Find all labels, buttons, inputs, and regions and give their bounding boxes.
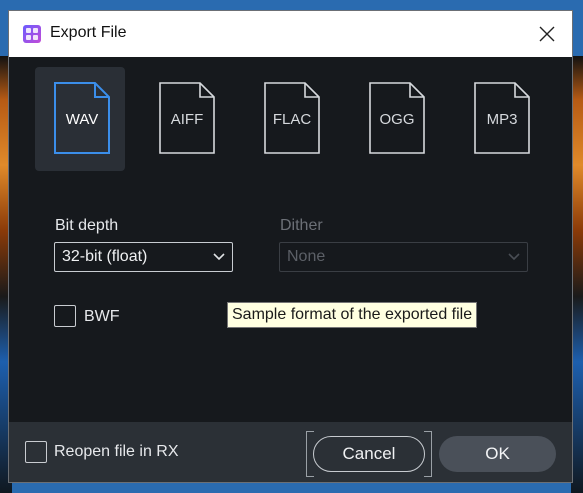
rx-app-icon bbox=[23, 25, 41, 43]
format-ogg-button[interactable]: OGG bbox=[350, 67, 440, 171]
format-aiff-button[interactable]: AIFF bbox=[140, 67, 230, 171]
format-label: MP3 bbox=[486, 111, 518, 128]
format-label: OGG bbox=[379, 111, 415, 128]
format-mp3-button[interactable]: MP3 bbox=[455, 67, 545, 171]
bwf-label: BWF bbox=[84, 308, 120, 325]
format-label: WAV bbox=[65, 111, 99, 128]
bit-depth-dropdown[interactable]: 32-bit (float) bbox=[54, 242, 233, 272]
chevron-down-icon bbox=[508, 253, 520, 261]
bit-depth-value: 32-bit (float) bbox=[62, 248, 148, 265]
bwf-checkbox[interactable] bbox=[54, 305, 76, 327]
dither-value: None bbox=[287, 248, 326, 265]
ok-button[interactable]: OK bbox=[439, 436, 556, 472]
format-flac-button[interactable]: FLAC bbox=[245, 67, 335, 171]
format-selector: WAV AIFF FLAC OGG MP3 bbox=[33, 67, 572, 171]
title-bar[interactable]: Export File bbox=[9, 11, 572, 57]
chevron-down-icon bbox=[213, 253, 225, 261]
format-wav-button[interactable]: WAV bbox=[35, 67, 125, 171]
export-file-dialog: Export File WAV AIFF FLAC OGG MP3 Bit de… bbox=[8, 10, 573, 483]
cancel-button[interactable]: Cancel bbox=[313, 436, 425, 472]
close-button[interactable] bbox=[536, 23, 558, 45]
format-label: FLAC bbox=[272, 111, 312, 128]
focus-bracket-right bbox=[424, 431, 432, 477]
format-label: AIFF bbox=[170, 111, 204, 128]
reopen-file-checkbox[interactable] bbox=[25, 441, 47, 463]
cancel-button-focus-frame: Cancel bbox=[306, 431, 432, 477]
dither-dropdown: None bbox=[279, 242, 528, 272]
reopen-file-label: Reopen file in RX bbox=[54, 443, 179, 460]
tooltip: Sample format of the exported file bbox=[227, 302, 478, 328]
tooltip-text: Sample format of the exported file bbox=[232, 306, 473, 323]
bit-depth-label: Bit depth bbox=[55, 217, 119, 234]
dither-label: Dither bbox=[280, 217, 323, 234]
window-title: Export File bbox=[50, 24, 127, 41]
close-icon bbox=[539, 26, 555, 42]
